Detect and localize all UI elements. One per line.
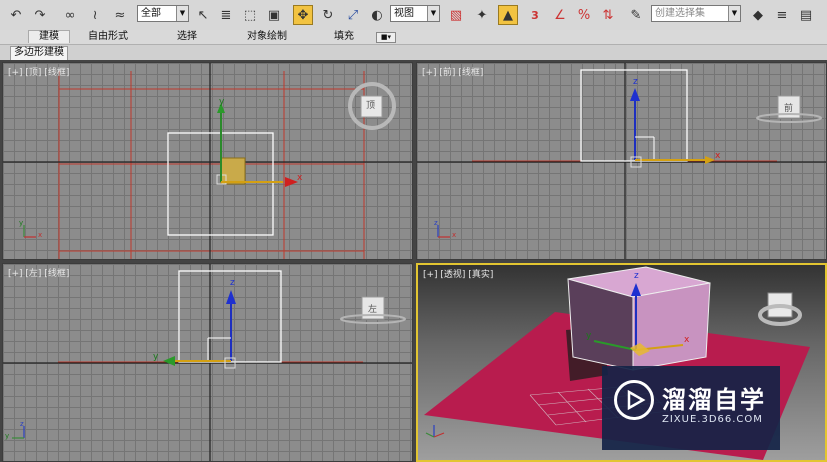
axis-z-label: z	[230, 278, 235, 288]
select-and-rotate-icon[interactable]: ↻	[318, 5, 338, 25]
undo-icon[interactable]: ↶	[6, 5, 26, 25]
named-selection-placeholder: 创建选择集	[655, 8, 705, 19]
watermark-title: 溜溜自学	[662, 386, 766, 414]
chevron-down-icon: ▼	[728, 6, 740, 21]
select-and-place-icon[interactable]: ◐	[367, 5, 387, 25]
tab-freeform[interactable]: 自由形式	[88, 31, 128, 43]
align-icon[interactable]: ≡	[772, 5, 792, 25]
viewcube-left-face[interactable]: 左	[368, 302, 377, 315]
watermark-url: ZIXUE.3D66.COM	[662, 414, 763, 425]
tab-object-paint[interactable]: 对象绘制	[247, 31, 287, 43]
select-and-move-icon[interactable]: ✥	[293, 5, 313, 25]
viewport-front[interactable]: [+] [前] [线框] z x 前 z x	[416, 62, 827, 260]
corner-axis-x: x	[38, 231, 43, 239]
select-manipulate-icon[interactable]: ✦	[472, 5, 492, 25]
angle-snap-icon[interactable]: ∠	[550, 5, 570, 25]
redo-icon[interactable]: ↷	[30, 5, 50, 25]
corner-axis-z: z	[20, 420, 24, 428]
percent-snap-icon[interactable]: %	[574, 5, 594, 25]
select-object-icon[interactable]: ↖	[193, 5, 213, 25]
corner-axis-z: z	[434, 219, 438, 227]
viewport-left-canvas	[3, 264, 412, 461]
corner-axis-y: y	[5, 432, 10, 440]
named-selection-dropdown[interactable]: 创建选择集 ▼	[651, 5, 741, 22]
viewport-front-label[interactable]: [+] [前] [线框]	[422, 68, 483, 78]
viewport-front-canvas	[417, 63, 826, 259]
snap-toggle-icon[interactable]: 3	[525, 5, 545, 25]
play-logo-icon	[614, 380, 654, 420]
axis-x-label: x	[715, 151, 721, 161]
axis-z-label: z	[633, 77, 638, 87]
axis-y-label: y	[219, 97, 225, 107]
viewport-top[interactable]: [+] [顶] [线框] y x 顶 y x	[2, 62, 413, 260]
viewport-left[interactable]: [+] [左] [线框] z y 左 z y	[2, 263, 413, 462]
axis-x-label: x	[684, 335, 690, 345]
mirror-icon[interactable]: ◆	[748, 5, 768, 25]
keyboard-shortcut-override-icon[interactable]: ▲	[498, 5, 518, 25]
axis-x-label: x	[297, 173, 303, 183]
ref-coord-dropdown[interactable]: 视图 ▼	[390, 5, 440, 22]
tab-populate[interactable]: 填充	[334, 31, 354, 43]
tab-selection[interactable]: 选择	[177, 31, 197, 43]
corner-axis-x: x	[452, 231, 457, 239]
bind-space-warp-icon[interactable]: ≈	[110, 5, 130, 25]
viewport-left-label[interactable]: [+] [左] [线框]	[8, 269, 69, 279]
axis-z-label: z	[634, 271, 639, 281]
ribbon-options-dropdown[interactable]: ■▾	[376, 32, 396, 43]
selection-filter-value: 全部	[141, 8, 161, 19]
chevron-down-icon: ▼	[427, 6, 439, 21]
edit-named-selection-icon[interactable]: ✎	[626, 5, 646, 25]
link-icon[interactable]: ∞	[60, 5, 80, 25]
ribbon-tabs: 建模 自由形式 选择 对象绘制 填充 ■▾	[0, 30, 827, 45]
chevron-down-icon: ▼	[176, 6, 188, 21]
layer-manager-icon[interactable]: ▤	[796, 5, 816, 25]
axis-y-label: y	[153, 352, 159, 362]
window-crossing-icon[interactable]: ▣	[264, 5, 284, 25]
pivot-center-icon[interactable]: ▧	[446, 5, 466, 25]
select-by-name-icon[interactable]: ≣	[216, 5, 236, 25]
axis-y-label: y	[586, 331, 592, 341]
tab-modeling[interactable]: 建模	[28, 30, 70, 43]
viewcube-front-face[interactable]: 前	[784, 101, 793, 114]
viewport-top-label[interactable]: [+] [顶] [线框]	[8, 68, 69, 78]
select-and-scale-icon[interactable]: ⤢	[343, 5, 363, 25]
rect-selection-icon[interactable]: ⬚	[240, 5, 260, 25]
watermark-banner: 溜溜自学 ZIXUE.3D66.COM	[602, 366, 780, 450]
ref-coord-value: 视图	[394, 8, 414, 19]
spinner-snap-icon[interactable]: ⇅	[598, 5, 618, 25]
ribbon-panel-bar: 多边形建模	[0, 45, 827, 61]
viewcube-top-face[interactable]: 顶	[366, 98, 375, 111]
viewport-top-canvas	[3, 63, 412, 259]
main-toolbar: ↶ ↷ ∞ ≀ ≈ 全部 ▼ ↖ ≣ ⬚ ▣ ✥ ↻ ⤢ ◐ 视图 ▼ ▧ ✦ …	[0, 0, 827, 31]
snap-toggle-label: 3	[531, 8, 539, 22]
unlink-icon[interactable]: ≀	[85, 5, 105, 25]
viewport-perspective-label[interactable]: [+] [透视] [真实]	[423, 270, 493, 280]
polygon-modeling-panel[interactable]: 多边形建模	[10, 46, 68, 61]
corner-axis-y: y	[19, 219, 24, 227]
selection-filter-dropdown[interactable]: 全部 ▼	[137, 5, 189, 22]
